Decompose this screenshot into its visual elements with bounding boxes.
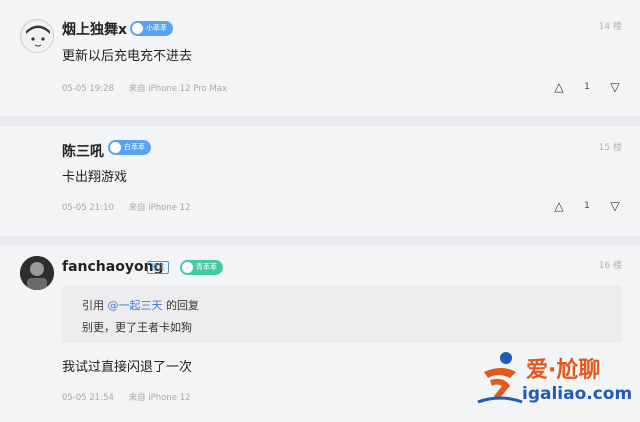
comment-divider: [0, 116, 640, 126]
quote-user-link[interactable]: @一起三天: [108, 299, 163, 312]
comment-date: 05-05 21:10: [62, 203, 114, 213]
quote-prefix: 引用: [82, 299, 104, 312]
watermark-logo: [477, 352, 523, 404]
comment-date: 05-05 19:28: [62, 84, 114, 94]
floor-number: 14 楼: [598, 22, 622, 32]
comment-date: 05-05 21:54: [62, 393, 114, 403]
comment-text: 更新以后充电充不进去: [62, 49, 193, 64]
comment-item: 陈三吼 白萃萃 15 楼 卡出翔游戏 05-05 21:10 来自 iPhone…: [0, 126, 640, 297]
comment-meta: 05-05 21:10 来自 iPhone 12: [62, 201, 191, 213]
vote-count: 1: [584, 82, 590, 92]
badge-icon: [182, 262, 193, 273]
user-level-badge: 青萃萃: [180, 260, 223, 275]
op-badge: 楼主: [147, 261, 169, 274]
comment-device: 来自 iPhone 12: [128, 203, 191, 213]
badge-label: 青萃萃: [196, 263, 217, 271]
avatar[interactable]: [20, 256, 54, 290]
username[interactable]: 陈三吼: [62, 141, 104, 161]
avatar[interactable]: [20, 19, 54, 53]
downvote-icon[interactable]: ▽: [608, 80, 622, 94]
floor-number: 15 楼: [598, 143, 622, 153]
watermark-title: 爱·尬聊: [526, 358, 601, 383]
badge-label: 白萃萃: [124, 143, 145, 151]
quote-suffix: 的回复: [166, 299, 199, 312]
comment-meta: 05-05 21:54 来自 iPhone 12: [62, 391, 191, 403]
upvote-icon[interactable]: △: [552, 80, 566, 94]
user-level-badge: 小萃萃: [130, 21, 173, 36]
comment-device: 来自 iPhone 12 Pro Max: [128, 84, 227, 94]
vote-group: △ 1 ▽: [552, 80, 622, 94]
badge-label: 小萃萃: [146, 24, 167, 32]
quoted-reply[interactable]: 引用 @一起三天 的回复 别更，更了王者卡如狗: [62, 285, 622, 343]
vote-group: △ 1 ▽: [552, 199, 622, 213]
comment-item: 烟上独舞x 小萃萃 14 楼 更新以后充电充不进去 05-05 19:28 来自…: [0, 0, 640, 116]
comment-meta: 05-05 19:28 来自 iPhone 12 Pro Max: [62, 82, 227, 94]
downvote-icon[interactable]: ▽: [608, 199, 622, 213]
upvote-icon[interactable]: △: [552, 199, 566, 213]
floor-number: 16 楼: [598, 261, 622, 271]
comment-text: 卡出翔游戏: [62, 170, 128, 185]
user-level-badge: 白萃萃: [108, 140, 151, 155]
comment-device: 来自 iPhone 12: [128, 393, 191, 403]
badge-icon: [132, 23, 143, 34]
watermark: 爱·尬聊 igaliao.com: [472, 348, 632, 416]
watermark-url: igaliao.com: [522, 384, 633, 404]
quote-text: 别更，更了王者卡如狗: [82, 321, 192, 334]
comment-text: 我试过直接闪退了一次: [62, 360, 193, 375]
badge-icon: [110, 142, 121, 153]
vote-count: 1: [584, 201, 590, 211]
username[interactable]: 烟上独舞x: [62, 19, 127, 39]
quote-header: 引用 @一起三天 的回复: [82, 297, 199, 313]
